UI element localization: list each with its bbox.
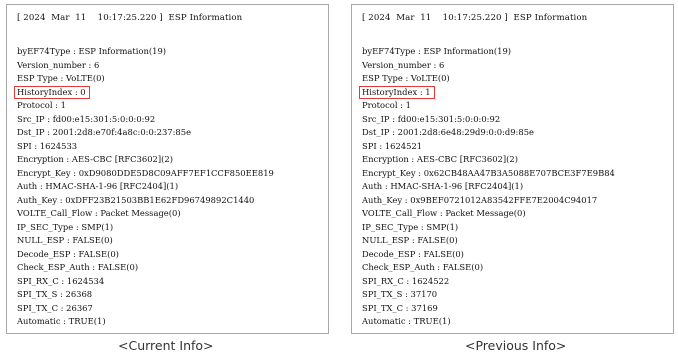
info-line: NULL_ESP : FALSE(0) xyxy=(362,235,458,245)
info-line: Encrypt_Key : 0x62CB48AA47B3A5088E707BCE… xyxy=(362,167,615,178)
current-info-caption: <Current Info> xyxy=(118,338,214,353)
info-line: VOLTE_Call_Flow : Packet Message(0) xyxy=(362,208,526,218)
info-lines: byEF74Type : ESP Information(19) Version… xyxy=(359,45,662,329)
history-index-highlight: HistoryIndex : 1 xyxy=(359,85,435,99)
info-line: ESP Type : VoLTE(0) xyxy=(17,73,105,83)
info-line: SPI_TX_S : 37170 xyxy=(362,289,438,299)
info-line: SPI_TX_C : 26367 xyxy=(17,302,93,313)
info-line: SPI_TX_S : 26368 xyxy=(17,289,93,299)
info-line: Automatic : TRUE(1) xyxy=(362,316,451,326)
info-line: Automatic : TRUE(1) xyxy=(17,316,106,326)
info-line: Encrypt_Key : 0xD9080DDE5D8C09AFF7EF1CCF… xyxy=(17,167,274,178)
info-line: Decode_ESP : FALSE(0) xyxy=(362,248,464,259)
panel-header: [ 2024 Mar 11 10:17:25.220 ] ESP Informa… xyxy=(17,13,243,23)
current-info-panel: [ 2024 Mar 11 10:17:25.220 ] ESP Informa… xyxy=(6,4,329,334)
info-line: Protocol : 1 xyxy=(17,100,66,110)
history-index-highlight: HistoryIndex : 0 xyxy=(14,85,90,99)
info-line: Decode_ESP : FALSE(0) xyxy=(17,248,119,259)
info-line: VOLTE_Call_Flow : Packet Message(0) xyxy=(17,208,181,218)
info-line: byEF74Type : ESP Information(19) xyxy=(362,46,512,56)
previous-info-panel: [ 2024 Mar 11 10:17:25.220 ] ESP Informa… xyxy=(351,4,674,334)
info-line: SPI_RX_C : 1624522 xyxy=(362,275,450,286)
info-line: IP_SEC_Type : SMP(1) xyxy=(17,221,114,232)
info-line: SPI_TX_C : 37169 xyxy=(362,302,438,313)
info-line: Auth : HMAC-SHA-1-96 [RFC2404](1) xyxy=(362,181,524,191)
info-line: SPI : 1624533 xyxy=(17,140,78,151)
info-line: byEF74Type : ESP Information(19) xyxy=(17,46,167,56)
info-line-history-row: HistoryIndex : 1 xyxy=(359,85,662,99)
info-line: Auth : HMAC-SHA-1-96 [RFC2404](1) xyxy=(17,181,179,191)
info-line: Version_number : 6 xyxy=(17,59,100,70)
info-line: Auth_Key : 0x9BEF0721012A83542FFE7E2004C… xyxy=(362,194,598,205)
info-line-history-row: HistoryIndex : 0 xyxy=(14,85,317,99)
info-line: Check_ESP_Auth : FALSE(0) xyxy=(17,262,139,272)
info-line: IP_SEC_Type : SMP(1) xyxy=(362,221,459,232)
info-line: Src_IP : fd00:e15:301:5:0:0:0:92 xyxy=(362,113,501,124)
info-line: ESP Type : VoLTE(0) xyxy=(362,73,450,83)
info-line: Dst_IP : 2001:2d8:e70f:4a8c:0:0:237:85e xyxy=(17,127,192,137)
info-line: Encryption : AES-CBC [RFC3602](2) xyxy=(17,154,173,164)
info-line: SPI : 1624521 xyxy=(362,140,423,151)
info-line: Src_IP : fd00:e15:301:5:0:0:0:92 xyxy=(17,113,156,124)
panel-header: [ 2024 Mar 11 10:17:25.220 ] ESP Informa… xyxy=(362,13,588,23)
info-line: Check_ESP_Auth : FALSE(0) xyxy=(362,262,484,272)
info-line: Protocol : 1 xyxy=(362,100,411,110)
info-line: NULL_ESP : FALSE(0) xyxy=(17,235,113,245)
previous-info-caption: <Previous Info> xyxy=(465,338,567,353)
info-line: Auth_Key : 0xDFF23B21503BB1E62FD96749892… xyxy=(17,194,255,205)
info-line: Encryption : AES-CBC [RFC3602](2) xyxy=(362,154,518,164)
info-lines: byEF74Type : ESP Information(19) Version… xyxy=(14,45,317,329)
info-line: SPI_RX_C : 1624534 xyxy=(17,275,105,286)
info-line: Dst_IP : 2001:2d8:6e48:29d9:0:0:d9:85e xyxy=(362,127,534,137)
info-line: Version_number : 6 xyxy=(362,59,445,70)
